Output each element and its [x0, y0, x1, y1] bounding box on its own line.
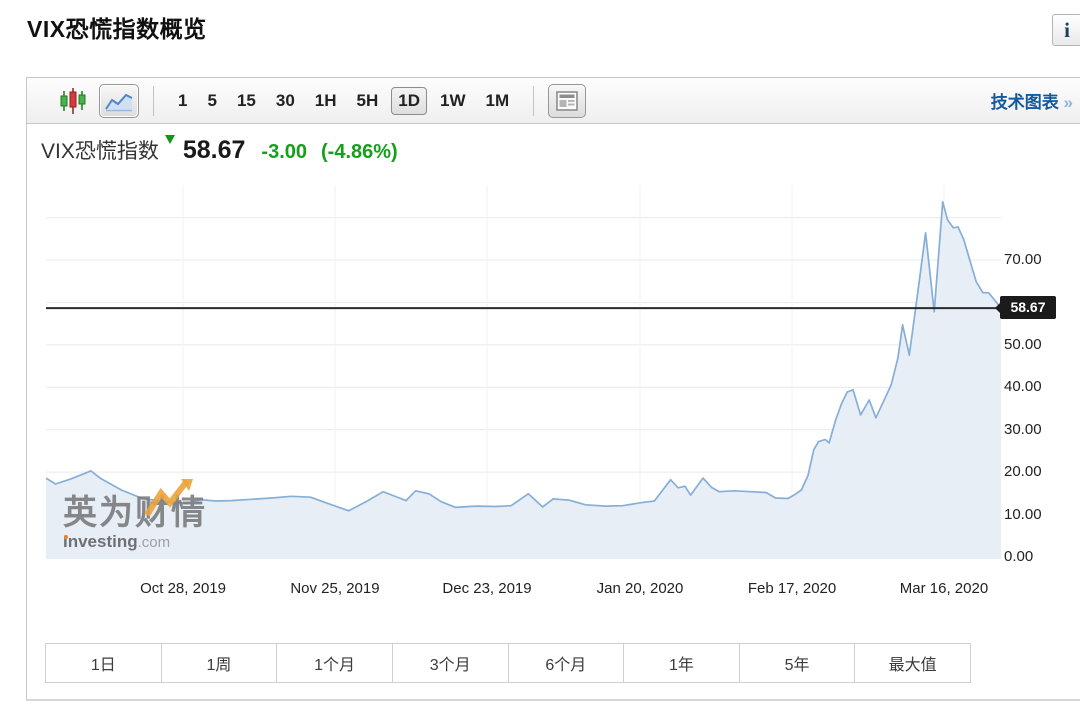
interval-30[interactable]: 30: [266, 87, 305, 115]
technical-chart-link[interactable]: 技术图表 »: [991, 88, 1073, 113]
chart-toolbar: 1515301H5H1D1W1M 技术图表 »: [26, 77, 1080, 124]
interval-5h[interactable]: 5H: [347, 87, 389, 115]
candlestick-icon: [59, 88, 87, 114]
chart-panel: 1515301H5H1D1W1M 技术图表 » VIX恐慌指数58.67-3.0…: [26, 77, 1080, 701]
period-button-3个月[interactable]: 3个月: [392, 643, 509, 683]
quote-row: VIX恐慌指数 58.67 -3.00 (-4.86%): [41, 135, 398, 165]
interval-1m[interactable]: 1M: [475, 87, 519, 115]
news-view-icon: [556, 91, 578, 111]
info-icon[interactable]: i: [1052, 14, 1080, 46]
y-axis-label: 0.00: [1004, 549, 1064, 565]
line-chart-icon: [104, 89, 134, 113]
price-change: -3.00: [261, 141, 307, 163]
last-price: 58.67: [183, 136, 246, 164]
y-axis-label: 20.00: [1004, 464, 1064, 480]
page-title: VIX恐慌指数概览: [27, 10, 207, 44]
period-button-1周[interactable]: 1周: [161, 643, 278, 683]
toolbar-separator: [533, 86, 534, 116]
interval-1[interactable]: 1: [168, 87, 197, 115]
technical-chart-link-label: 技术图表: [991, 93, 1059, 112]
x-axis-label: Feb 17, 2020: [722, 580, 862, 597]
y-axis-label: 30.00: [1004, 422, 1064, 438]
news-view-button[interactable]: [548, 84, 586, 118]
x-axis-label: Oct 28, 2019: [113, 580, 253, 597]
y-axis-label: 40.00: [1004, 379, 1064, 395]
chevron-right-icon: »: [1064, 93, 1073, 112]
y-axis-label: 50.00: [1004, 337, 1064, 353]
x-axis-label: Mar 16, 2020: [874, 580, 1014, 597]
period-button-1日[interactable]: 1日: [45, 643, 162, 683]
interval-list: 1515301H5H1D1W1M: [168, 87, 519, 115]
price-chart[interactable]: [46, 185, 1001, 560]
current-price-badge: 58.67: [1000, 296, 1056, 319]
period-button-最大值[interactable]: 最大值: [854, 643, 971, 683]
period-button-row: 1日1周1个月3个月6个月1年5年最大值: [45, 643, 971, 683]
y-axis-label: 70.00: [1004, 252, 1064, 268]
x-axis-label: Nov 25, 2019: [265, 580, 405, 597]
line-chart-button[interactable]: [99, 84, 139, 118]
period-button-1个月[interactable]: 1个月: [276, 643, 393, 683]
period-button-5年[interactable]: 5年: [739, 643, 856, 683]
interval-5[interactable]: 5: [197, 87, 226, 115]
x-axis-label: Dec 23, 2019: [417, 580, 557, 597]
period-button-6个月[interactable]: 6个月: [508, 643, 625, 683]
interval-1h[interactable]: 1H: [305, 87, 347, 115]
y-axis-label: 10.00: [1004, 507, 1064, 523]
interval-15[interactable]: 15: [227, 87, 266, 115]
period-button-1年[interactable]: 1年: [623, 643, 740, 683]
interval-1d[interactable]: 1D: [391, 87, 427, 115]
x-axis-label: Jan 20, 2020: [570, 580, 710, 597]
interval-1w[interactable]: 1W: [430, 87, 476, 115]
toolbar-separator: [153, 86, 154, 116]
instrument-name: VIX恐慌指数: [41, 140, 159, 163]
candlestick-chart-button[interactable]: [59, 88, 87, 114]
price-change-percent: (-4.86%): [321, 141, 398, 163]
down-arrow-icon: [165, 135, 175, 144]
